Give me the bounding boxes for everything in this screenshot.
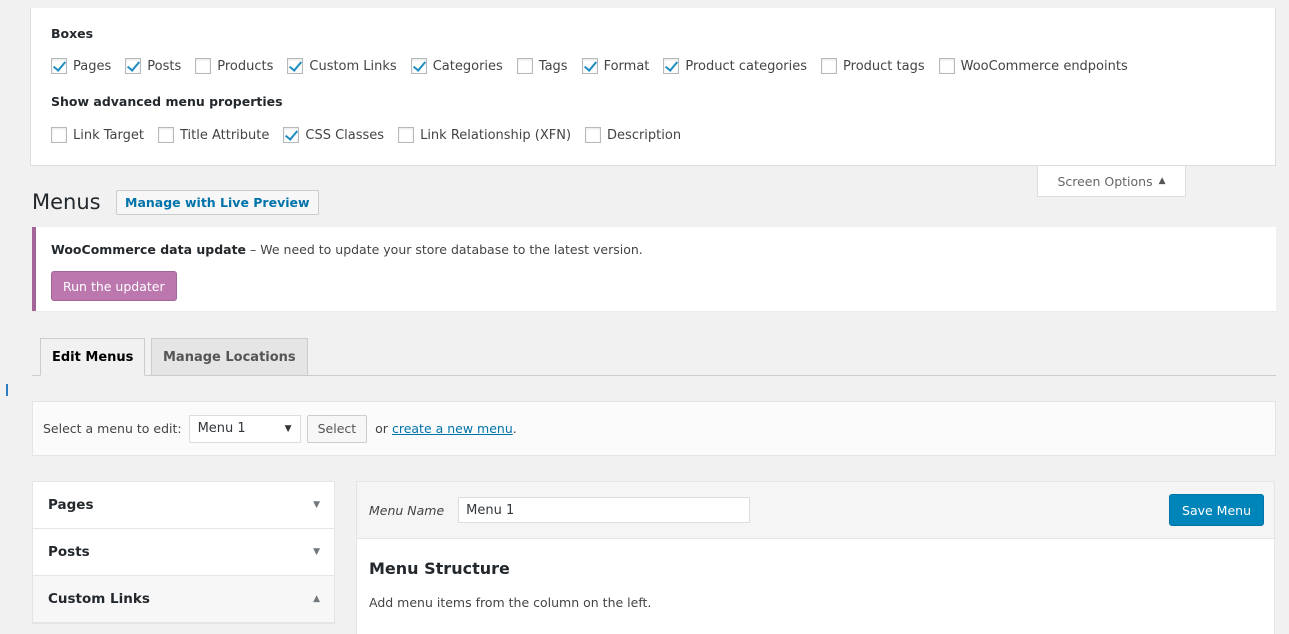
tab-edit-menus[interactable]: Edit Menus [40, 338, 146, 376]
checkbox-checked-format[interactable] [581, 58, 598, 74]
edge-marker [6, 384, 8, 396]
option-tags[interactable]: Tags [516, 58, 568, 74]
option-label: Tags [538, 58, 568, 74]
menu-select-bar: Select a menu to edit: Menu 1 ▼ Select o… [32, 401, 1276, 456]
screen-options-toggle[interactable]: Screen Options ▲ [1037, 166, 1186, 197]
save-menu-button[interactable]: Save Menu [1169, 494, 1264, 526]
notice-bold: WooCommerce data update [51, 242, 247, 257]
option-label: Pages [73, 58, 112, 74]
option-css-classes[interactable]: CSS Classes [283, 127, 384, 143]
option-format[interactable]: Format [581, 58, 650, 74]
menu-structure-description: Add menu items from the column on the le… [369, 595, 652, 610]
or-text: or [375, 421, 388, 436]
add-items-accordion: Pages ▼ Posts ▼ Custom Links ▲ [32, 481, 335, 624]
checkbox-checked-categories[interactable] [410, 58, 427, 74]
option-link-target[interactable]: Link Target [51, 127, 144, 143]
triangle-down-icon: ▼ [313, 500, 320, 510]
menu-select-value: Menu 1 [197, 421, 246, 436]
triangle-up-icon: ▲ [313, 594, 320, 604]
accordion-item-pages[interactable]: Pages ▼ [33, 482, 334, 529]
option-label: Link Relationship (XFN) [420, 127, 572, 143]
checkbox-checked-product-categories[interactable] [663, 58, 680, 74]
option-label: Categories [432, 58, 503, 74]
option-product-categories[interactable]: Product categories [663, 58, 807, 74]
checkbox-title-attribute[interactable] [157, 127, 174, 143]
woocommerce-update-notice: WooCommerce data update – We need to upd… [32, 227, 1276, 311]
menu-select-dropdown[interactable]: Menu 1 ▼ [188, 414, 301, 443]
option-label: Product categories [685, 58, 808, 74]
screen-options-label: Screen Options [1057, 173, 1153, 189]
page-title: Menus [32, 190, 101, 214]
option-label: Description [607, 127, 682, 143]
option-label: CSS Classes [305, 127, 385, 143]
option-label: Posts [147, 58, 182, 74]
option-label: Custom Links [309, 58, 397, 74]
checkbox-tags[interactable] [516, 58, 533, 74]
option-link-relationship-xfn[interactable]: Link Relationship (XFN) [398, 127, 571, 143]
screen-options-panel: Boxes Pages Posts Products Custom Links Cate… [30, 8, 1276, 166]
triangle-down-icon: ▼ [313, 547, 320, 557]
option-label: Product tags [843, 58, 925, 74]
option-description[interactable]: Description [585, 127, 681, 143]
checkbox-checked-css-classes[interactable] [283, 127, 300, 143]
option-woocommerce-endpoints[interactable]: WooCommerce endpoints [938, 58, 1128, 74]
period-text: . [512, 421, 517, 436]
menu-name-input[interactable]: Menu 1 [458, 497, 751, 523]
option-title-attribute[interactable]: Title Attribute [157, 127, 270, 143]
checkbox-checked-pages[interactable] [51, 58, 67, 74]
checkbox-product-tags[interactable] [821, 58, 838, 74]
checkbox-checked-custom-links[interactable] [287, 58, 304, 74]
tab-manage-locations[interactable]: Manage Locations [151, 338, 308, 376]
option-label: Title Attribute [179, 127, 270, 143]
menu-header: Menu Name Menu 1 Save Menu [357, 482, 1274, 539]
create-new-menu-link[interactable]: create a new menu [392, 421, 513, 436]
advanced-options: Link Target Title Attribute CSS Classes Lin… [51, 127, 695, 143]
menu-management-panel: Menu Name Menu 1 Save Menu Menu Structur… [356, 481, 1275, 634]
accordion-item-custom-links[interactable]: Custom Links ▲ [33, 576, 334, 623]
manage-live-preview-button[interactable]: Manage with Live Preview [116, 190, 319, 215]
run-updater-button[interactable]: Run the updater [51, 271, 177, 301]
boxes-options: Pages Posts Products Custom Links Categories… [51, 58, 1142, 74]
option-products[interactable]: Products [195, 58, 273, 74]
checkbox-products[interactable] [195, 58, 212, 74]
accordion-label: Pages [48, 497, 94, 513]
accordion-label: Custom Links [48, 591, 150, 607]
option-custom-links[interactable]: Custom Links [287, 58, 397, 74]
option-posts[interactable]: Posts [125, 58, 181, 74]
accordion-label: Posts [48, 544, 90, 560]
notice-message: WooCommerce data update – We need to upd… [51, 242, 643, 257]
advanced-heading: Show advanced menu properties [51, 94, 283, 109]
option-label: Link Target [73, 127, 144, 143]
checkbox-checked-posts[interactable] [125, 58, 142, 74]
menu-name-label: Menu Name [369, 502, 445, 518]
caret-down-icon: ▼ [284, 423, 292, 434]
option-product-tags[interactable]: Product tags [821, 58, 925, 74]
option-pages[interactable]: Pages [51, 58, 111, 74]
checkbox-description[interactable] [585, 127, 602, 143]
boxes-heading: Boxes [51, 26, 94, 41]
option-label: Format [603, 58, 650, 74]
checkbox-link-target[interactable] [51, 127, 67, 143]
option-label: WooCommerce endpoints [960, 58, 1128, 74]
accordion-item-posts[interactable]: Posts ▼ [33, 529, 334, 576]
select-menu-label: Select a menu to edit: [43, 421, 182, 436]
arrow-up-icon: ▲ [1158, 176, 1166, 186]
checkbox-woocommerce-endpoints[interactable] [938, 58, 955, 74]
select-button[interactable]: Select [306, 414, 368, 443]
menu-structure-title: Menu Structure [369, 559, 510, 578]
option-label: Products [217, 58, 274, 74]
checkbox-link-relationship-xfn[interactable] [398, 127, 415, 143]
notice-text: – We need to update your store database … [246, 242, 643, 257]
option-categories[interactable]: Categories [410, 58, 503, 74]
